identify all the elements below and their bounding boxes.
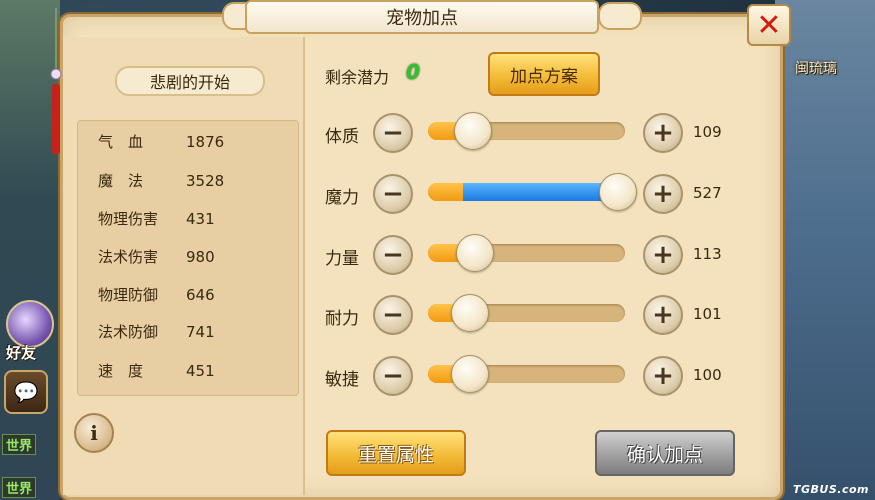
attribute-label: 魔力 xyxy=(325,188,359,208)
attribute-label: 力量 xyxy=(325,249,359,269)
stat-row-physical-defense: 物理防御 646 xyxy=(98,284,215,305)
chat-icon[interactable]: 💬 xyxy=(4,370,48,414)
dialog-title: 宠物加点 xyxy=(245,0,599,34)
stat-value: 451 xyxy=(186,362,215,380)
attribute-slider[interactable] xyxy=(428,294,625,332)
attribute-row-constitution: 体质 − + 109 xyxy=(325,112,725,153)
slider-knob[interactable] xyxy=(451,355,489,393)
stat-row-magic-defense: 法术防御 741 xyxy=(98,321,215,342)
watermark: TGBUS.com xyxy=(793,483,869,496)
minus-icon: − xyxy=(382,118,404,148)
stat-value: 646 xyxy=(186,286,215,304)
attribute-label: 耐力 xyxy=(325,309,359,329)
stat-label: 魔 法 xyxy=(98,172,144,190)
info-button[interactable]: i xyxy=(74,413,114,453)
attribute-label: 敏捷 xyxy=(325,370,359,390)
background-npc-name: 闽琉璃 xyxy=(795,61,837,77)
close-button[interactable]: ✕ xyxy=(747,4,791,46)
stat-row-mp: 魔 法 3528 xyxy=(98,170,224,191)
minus-button[interactable]: − xyxy=(373,113,413,153)
attribute-value: 109 xyxy=(693,123,722,141)
tassel-ornament-icon xyxy=(50,8,62,154)
stat-value: 1876 xyxy=(186,133,225,151)
attribute-value: 113 xyxy=(693,245,722,263)
close-icon: ✕ xyxy=(756,7,782,43)
attribute-row-magic: 魔力 − + 527 xyxy=(325,173,725,214)
attribute-label: 体质 xyxy=(325,127,359,147)
attribute-value: 101 xyxy=(693,305,722,323)
attribute-row-strength: 力量 − + 113 xyxy=(325,234,725,275)
attribute-value: 100 xyxy=(693,366,722,384)
point-plan-button[interactable]: 加点方案 xyxy=(488,52,600,96)
slider-fill-base xyxy=(428,183,463,201)
minus-button[interactable]: − xyxy=(373,295,413,335)
stat-row-magic-damage: 法术伤害 980 xyxy=(98,246,215,267)
confirm-points-button[interactable]: 确认加点 xyxy=(595,430,735,476)
slider-knob[interactable] xyxy=(456,234,494,272)
attribute-slider[interactable] xyxy=(428,234,625,272)
minus-icon: − xyxy=(382,240,404,270)
minus-icon: − xyxy=(382,361,404,391)
friend-avatar[interactable] xyxy=(6,300,54,348)
pet-name-plate: 悲剧的开始 xyxy=(115,66,265,96)
stat-value: 3528 xyxy=(186,172,225,190)
plus-icon: + xyxy=(652,118,674,148)
stat-label: 物理防御 xyxy=(98,286,159,304)
reset-attributes-button[interactable]: 重置属性 xyxy=(326,430,466,476)
stat-label: 速 度 xyxy=(98,362,144,380)
minus-icon: − xyxy=(382,179,404,209)
attribute-slider[interactable] xyxy=(428,173,637,211)
stat-label: 气 血 xyxy=(98,133,144,151)
stat-value: 741 xyxy=(186,323,215,341)
attribute-value: 527 xyxy=(693,184,722,202)
attribute-row-endurance: 耐力 − + 101 xyxy=(325,294,725,335)
plus-icon: + xyxy=(652,361,674,391)
minus-button[interactable]: − xyxy=(373,235,413,275)
friend-label[interactable]: 好友 xyxy=(6,342,36,363)
attribute-row-agility: 敏捷 − + 100 xyxy=(325,355,725,396)
plus-icon: + xyxy=(652,300,674,330)
plus-button[interactable]: + xyxy=(643,174,683,214)
plus-icon: + xyxy=(652,179,674,209)
stat-label: 法术防御 xyxy=(98,323,159,341)
attribute-slider[interactable] xyxy=(428,355,625,393)
plus-button[interactable]: + xyxy=(643,356,683,396)
world-channel-tag: 世界 xyxy=(2,477,37,498)
plus-icon: + xyxy=(652,240,674,270)
title-ornament-right xyxy=(598,2,642,30)
stat-value: 431 xyxy=(186,210,215,228)
world-channel-tag: 世界 xyxy=(2,434,37,455)
slider-knob[interactable] xyxy=(454,112,492,150)
stat-row-speed: 速 度 451 xyxy=(98,360,215,381)
slider-fill xyxy=(463,183,617,201)
plus-button[interactable]: + xyxy=(643,295,683,335)
slider-knob[interactable] xyxy=(599,173,637,211)
slider-knob[interactable] xyxy=(451,294,489,332)
attribute-slider[interactable] xyxy=(428,112,625,150)
plus-button[interactable]: + xyxy=(643,113,683,153)
plus-button[interactable]: + xyxy=(643,235,683,275)
info-icon: i xyxy=(90,421,98,445)
minus-button[interactable]: − xyxy=(373,356,413,396)
stat-row-physical-damage: 物理伤害 431 xyxy=(98,208,215,229)
remaining-potential-value: 0 xyxy=(406,60,420,84)
stat-label: 法术伤害 xyxy=(98,248,159,266)
stat-label: 物理伤害 xyxy=(98,210,159,228)
stat-value: 980 xyxy=(186,248,215,266)
stats-box: 气 血 1876 魔 法 3528 物理伤害 431 法术伤害 980 物理防御 646 … xyxy=(77,120,299,396)
stat-row-hp: 气 血 1876 xyxy=(98,131,224,152)
minus-icon: − xyxy=(382,300,404,330)
remaining-potential-label: 剩余潜力 xyxy=(325,68,390,87)
minus-button[interactable]: − xyxy=(373,174,413,214)
